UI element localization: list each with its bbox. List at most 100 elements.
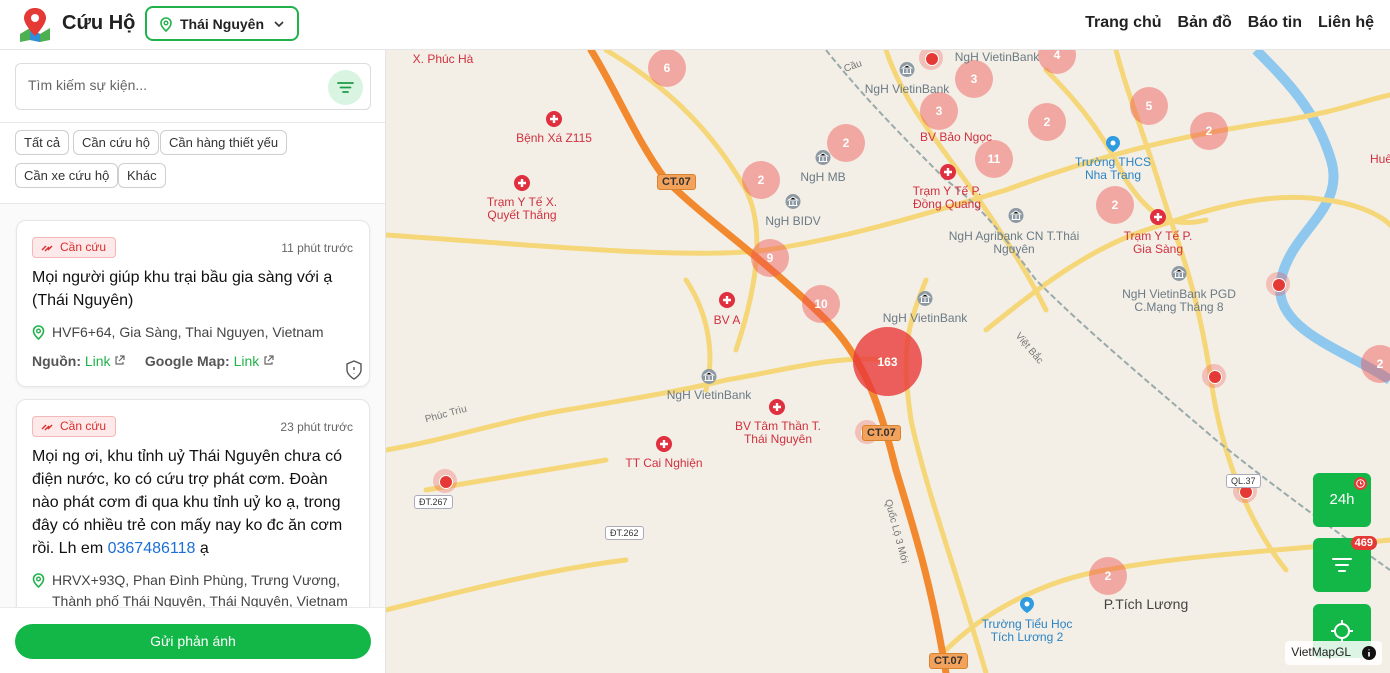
source-link[interactable]: Link <box>85 353 111 369</box>
bank-icon <box>917 291 933 306</box>
incident-cluster-large[interactable]: 163 <box>853 327 922 396</box>
nav-contact[interactable]: Liên hệ <box>1318 14 1374 32</box>
incident-cluster[interactable]: 3 <box>955 60 993 98</box>
incident-cluster[interactable]: 2 <box>1089 557 1127 595</box>
place-label: Huế <box>1369 152 1390 166</box>
status-badge: Cần cứu <box>32 416 117 437</box>
incident-cluster[interactable]: 5 <box>1130 87 1168 125</box>
incident-cluster[interactable]: 2 <box>827 124 865 162</box>
incident-cluster[interactable]: 2 <box>1096 186 1134 224</box>
event-card[interactable]: Cần cứu 11 phút trước Mọi người giúp khu… <box>16 220 370 387</box>
clock-icon <box>1354 477 1367 490</box>
place-label: X. Phúc Hà <box>412 52 474 66</box>
time-filter-label: 24h <box>1329 491 1355 508</box>
place-label: P.Tích Lương <box>1103 596 1189 612</box>
bank-icon <box>701 369 717 384</box>
status-badge-label: Cần cứu <box>60 240 107 254</box>
incident-cluster[interactable]: 10 <box>802 285 840 323</box>
phone-link[interactable]: 0367486118 <box>108 540 196 557</box>
event-time: 23 phút trước <box>280 420 353 434</box>
incident-marker[interactable] <box>1202 364 1226 388</box>
incident-cluster[interactable]: 9 <box>751 239 789 277</box>
chip-all[interactable]: Tất cả <box>15 130 70 155</box>
map-filter-button[interactable]: 469 <box>1313 536 1377 592</box>
hospital-icon <box>769 399 785 415</box>
incident-cluster[interactable]: 2 <box>1190 112 1228 150</box>
submit-bar: Gửi phản ánh <box>0 607 385 673</box>
road-shield: QL.37 <box>1226 474 1261 488</box>
place-label: Trạm Y Tế X. Quyết Thắng <box>486 195 558 222</box>
nav-report[interactable]: Báo tin <box>1248 14 1302 32</box>
event-title: Mọi ng ơi, khu tỉnh uỷ Thái Nguyên chưa … <box>32 445 356 560</box>
search-input[interactable] <box>28 77 318 93</box>
status-badge-label: Cần cứu <box>60 419 107 433</box>
google-map-link[interactable]: Link <box>234 353 260 369</box>
place-label: BV A <box>713 313 741 327</box>
map-label: Google Map: <box>144 353 230 369</box>
incident-cluster[interactable]: 3 <box>920 92 958 130</box>
sidebar: Tất cả Cần cứu hộ Cần hàng thiết yếu Cần… <box>0 50 386 673</box>
search-box <box>15 63 371 110</box>
event-address-text: HVF6+64, Gia Sàng, Thai Nguyen, Vietnam <box>52 324 324 340</box>
place-label: NgH VietinBank <box>882 311 968 325</box>
nav-map[interactable]: Bản đồ <box>1178 14 1232 32</box>
link-icon <box>41 245 53 252</box>
filter-icon <box>337 82 354 93</box>
incident-cluster[interactable]: 6 <box>648 50 686 87</box>
bank-icon <box>1171 266 1187 281</box>
incident-cluster[interactable]: 2 <box>1028 103 1066 141</box>
event-list: Cần cứu 11 phút trước Mọi người giúp khu… <box>0 204 385 607</box>
location-pin-icon <box>32 325 45 340</box>
attribution-text: VietMapGL <box>1291 645 1351 659</box>
event-address-text: HRVX+93Q, Phan Đình Phùng, Trưng Vương, … <box>52 572 348 607</box>
chip-other[interactable]: Khác <box>118 163 166 188</box>
place-label: NgH MB <box>800 170 846 184</box>
filter-button[interactable] <box>328 70 363 105</box>
bank-icon <box>785 194 801 209</box>
school-icon <box>1020 597 1034 613</box>
place-label: Trạm Y Tế P. Gia Sàng <box>1123 229 1193 256</box>
road-shield: ĐT.267 <box>414 495 453 509</box>
chip-need-supplies[interactable]: Cần hàng thiết yếu <box>160 130 288 155</box>
app-title: Cứu Hộ <box>62 12 136 34</box>
event-address: HRVX+93Q, Phan Đình Phùng, Trưng Vương, … <box>32 570 356 607</box>
filter-icon <box>1332 558 1352 572</box>
shield-icon[interactable] <box>345 360 363 380</box>
place-label: Trường THCS Nha Trang <box>1075 155 1151 182</box>
submit-report-button[interactable]: Gửi phản ánh <box>15 624 371 659</box>
place-label: NgH Agribank CN T.Thái Nguyên <box>948 229 1080 256</box>
road-shield: CT.07 <box>862 425 901 441</box>
info-icon[interactable] <box>1362 645 1376 660</box>
map-attribution[interactable]: VietMapGL <box>1285 641 1382 665</box>
place-label: Trạm Y Tế P. Đồng Quang <box>912 184 982 211</box>
time-filter-24h-button[interactable]: 24h <box>1313 473 1371 527</box>
road-shield: CT.07 <box>929 653 968 669</box>
bank-icon <box>815 150 831 165</box>
logo-icon[interactable] <box>18 6 52 42</box>
chip-need-vehicle[interactable]: Cần xe cứu hộ <box>15 163 119 188</box>
hospital-icon <box>514 175 530 191</box>
external-link-icon <box>115 355 126 365</box>
road-shield: CT.07 <box>657 174 696 190</box>
place-label: NgH VietinBank <box>954 50 1040 64</box>
status-badge: Cần cứu <box>32 237 117 258</box>
main-nav: Trang chủ Bản đồ Báo tin Liên hệ <box>1085 14 1374 32</box>
event-title-suffix: ạ <box>199 540 209 557</box>
nav-home[interactable]: Trang chủ <box>1085 14 1161 32</box>
location-pin-icon <box>32 573 45 588</box>
bank-icon <box>1008 208 1024 223</box>
event-card[interactable]: Cần cứu 23 phút trước Mọi ng ơi, khu tỉn… <box>16 399 370 607</box>
event-title: Mọi người giúp khu trại bầu gia sàng với… <box>32 269 333 309</box>
road-shield: ĐT.262 <box>605 526 644 540</box>
place-label: NgH VietinBank PGD C.Mạng Tháng 8 <box>1122 287 1236 314</box>
incident-marker[interactable] <box>1266 272 1290 296</box>
location-select[interactable]: Thái Nguyên <box>145 6 299 41</box>
bank-icon <box>899 62 915 77</box>
incident-marker[interactable] <box>433 469 457 493</box>
place-label: NgH VietinBank <box>864 82 950 96</box>
incident-cluster[interactable]: 11 <box>975 140 1013 178</box>
chip-need-rescue[interactable]: Cần cứu hộ <box>73 130 159 155</box>
incident-cluster[interactable]: 2 <box>742 161 780 199</box>
map-view[interactable]: 6 4 3 3 5 2 2 2 11 2 2 9 10 163 2 2 X. P… <box>386 50 1390 673</box>
source-label: Nguồn: <box>32 353 81 369</box>
